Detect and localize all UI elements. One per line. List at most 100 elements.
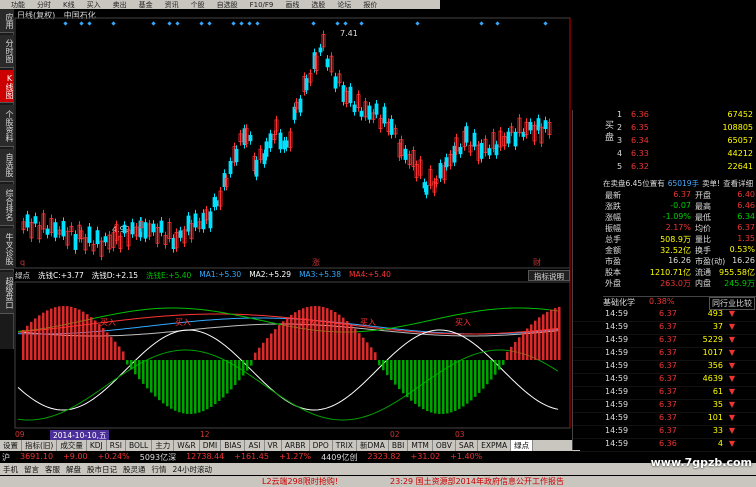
indicator-tab[interactable]: BOLL xyxy=(126,440,152,451)
indicator-bar xyxy=(458,360,461,409)
indicator-tab[interactable]: 设置 xyxy=(0,440,22,451)
ticker-item: 2323.82 xyxy=(367,452,400,462)
bottom-link[interactable]: 行情 xyxy=(149,464,170,475)
news-marquee[interactable]: L2云端298限时抢购! 23:29 国土资源部2014年政府信息公开工作报告 xyxy=(0,476,756,487)
trade-time: 14:59 xyxy=(605,348,628,357)
signal-marker xyxy=(311,21,315,25)
sector-row: 基础化学 0.38% 同行业比较 xyxy=(603,296,756,307)
indicator-tab[interactable]: KDJ xyxy=(87,440,107,451)
indicator-bar xyxy=(354,329,357,360)
indicator-tab[interactable]: BBI xyxy=(389,440,409,451)
date-label: 12 xyxy=(200,430,210,439)
candle-body xyxy=(299,99,302,112)
stat-row: 振幅 2.17% 均价 6.37 xyxy=(573,223,756,233)
indicator-tab[interactable]: SAR xyxy=(456,440,478,451)
indicator-help-button[interactable]: 指标说明 xyxy=(528,270,570,281)
trade-price: 6.37 xyxy=(659,361,677,370)
candle-body xyxy=(131,223,134,234)
indicator-bar xyxy=(542,314,545,360)
indicator-tab[interactable]: 成交量 xyxy=(57,440,87,451)
alert-text: 65019手 xyxy=(668,179,699,188)
down-arrow-icon: ▼ xyxy=(729,348,735,357)
trade-row: 14:59 6.37 37 ▼ xyxy=(573,322,756,335)
indicator-tab[interactable]: ARBR xyxy=(282,440,310,451)
indicator-bar xyxy=(230,360,233,389)
bottom-link[interactable]: 客服 xyxy=(42,464,63,475)
signal-marker xyxy=(175,21,179,25)
indicator-bar xyxy=(46,310,49,360)
indicator-tab[interactable]: 主力 xyxy=(152,440,174,451)
indicator-header: 绿点 洗钱C:+3.77 洗钱D:+2.15 洗钱E:+5.40 MA1:+5.30 M… xyxy=(15,270,570,281)
trade-row: 14:59 6.37 356 ▼ xyxy=(573,361,756,374)
trade-time: 14:59 xyxy=(605,387,628,396)
level-number: 1 xyxy=(617,110,622,119)
indicator-bar xyxy=(514,342,517,360)
indicator-tab[interactable]: BIAS xyxy=(221,440,245,451)
indicator-bar xyxy=(182,360,185,413)
indicator-tab[interactable]: EXPMA xyxy=(478,440,511,451)
indicator-tab[interactable]: DMI xyxy=(200,440,221,451)
news-item[interactable]: L2云端298限时抢购! xyxy=(262,476,338,487)
signal-marker xyxy=(79,21,83,25)
order-book-row: 1 6.36 67452 xyxy=(573,110,756,121)
indicator-label: MA1: xyxy=(199,270,218,279)
indicator-bar xyxy=(490,360,493,380)
candle-body xyxy=(235,149,238,161)
indicator-tab[interactable]: RSI xyxy=(107,440,126,451)
bottom-link[interactable]: 留言 xyxy=(21,464,42,475)
indicator-tab[interactable]: 指标(旧) xyxy=(22,440,57,451)
candle-body xyxy=(144,223,147,239)
candle-body xyxy=(152,224,155,232)
bottom-link[interactable]: 股市日记 xyxy=(84,464,120,475)
stat-value: 6.37 xyxy=(645,190,691,199)
indicator-bar xyxy=(518,337,521,360)
indicator-bar xyxy=(98,324,101,360)
candle-body xyxy=(342,86,345,102)
indicator-bar xyxy=(558,307,561,360)
indicator-number: +5.29 xyxy=(268,270,291,279)
news-item[interactable]: 23:29 国土资源部2014年政府信息公开工作报告 xyxy=(390,476,564,487)
ticker-item: +31.02 xyxy=(411,452,441,462)
candle-body xyxy=(544,121,547,129)
candle-body xyxy=(249,135,252,140)
indicator-tab[interactable]: W&R xyxy=(174,440,199,451)
candle-body xyxy=(215,201,218,206)
indicator-number: +5.40 xyxy=(168,271,191,280)
indicator-tab[interactable]: TRIX xyxy=(333,440,357,451)
sector-change: 0.38% xyxy=(649,297,674,306)
candle-body xyxy=(353,105,356,112)
indicator-tab[interactable]: ASI xyxy=(245,440,264,451)
indicator-tab[interactable]: 新DMA xyxy=(357,440,389,451)
indicator-tab[interactable]: DPO xyxy=(310,440,333,451)
candle-body xyxy=(445,158,448,167)
trade-time: 14:59 xyxy=(605,309,628,318)
signal-marker xyxy=(479,21,483,25)
stat-label: 涨跌 xyxy=(605,201,621,212)
indicator-bar xyxy=(550,310,553,360)
indicator-bar xyxy=(318,306,321,360)
sector-name: 基础化学 xyxy=(603,298,635,307)
candle-body xyxy=(326,59,329,67)
indicator-bar xyxy=(454,360,457,411)
indicator-bar xyxy=(226,360,229,394)
candle-body xyxy=(96,231,99,244)
indicator-bar xyxy=(246,360,249,371)
level-volume: 67452 xyxy=(728,110,753,119)
indicator-tab[interactable]: OBV xyxy=(433,440,456,451)
indicator-tab[interactable]: VR xyxy=(265,440,282,451)
indicator-bar xyxy=(142,360,145,384)
candle-body xyxy=(453,146,456,162)
order-alert[interactable]: 在卖盘6.45位置有 65019手 卖单! 查看详细 xyxy=(603,178,756,188)
down-arrow-icon: ▼ xyxy=(729,361,735,370)
indicator-value: 洗钱D:+2.15 xyxy=(92,270,138,281)
level-volume: 44212 xyxy=(728,149,753,158)
indicator-bar xyxy=(358,333,361,360)
bottom-link[interactable]: 手机 xyxy=(0,464,21,475)
bottom-link[interactable]: 24小时滚动 xyxy=(170,464,216,475)
indicator-tab[interactable]: MTM xyxy=(408,440,433,451)
bottom-link[interactable]: 股灵通 xyxy=(120,464,149,475)
indicator-tab[interactable]: 绿点 xyxy=(511,440,533,451)
bottom-link[interactable]: 解盘 xyxy=(63,464,84,475)
trade-time: 14:59 xyxy=(605,335,628,344)
candle-body xyxy=(74,234,77,249)
